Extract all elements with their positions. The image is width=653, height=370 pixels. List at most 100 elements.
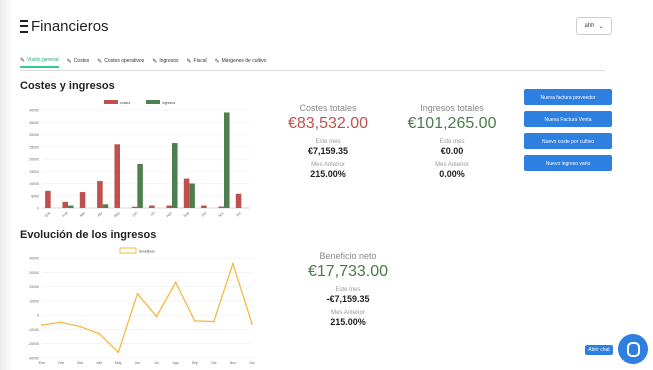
y-tick-label: 15000 — [29, 170, 39, 174]
costs-month-value: €7,159.35 — [307, 146, 349, 156]
bar-costes — [201, 205, 207, 208]
y-tick-label: 30000 — [29, 271, 39, 275]
x-tick-label: Feb — [62, 211, 69, 218]
income-prev-label: Mes Anterior — [435, 162, 469, 168]
new-crop-cost-button[interactable]: Nuevo coste por cultivo — [524, 133, 612, 149]
total-income-block: Ingresos totales €101,265.00 Este mes €0… — [392, 103, 512, 179]
new-supplier-invoice-button[interactable]: Nueva factura proveedor — [524, 89, 612, 105]
x-tick-label: Ene — [44, 211, 51, 218]
section-title-costs-income: Costes y ingresos — [20, 80, 115, 92]
income-evolution-line-chart: -30000 -20000 -10000 0 10000 20000 30000 40000 b… — [28, 247, 255, 365]
x-tick-label: Mar — [79, 210, 87, 218]
total-income-label: Ingresos totales — [420, 103, 484, 113]
line-point — [174, 281, 177, 284]
bar-ingresos — [102, 204, 109, 208]
income-month-value: €0.00 — [440, 146, 464, 156]
profit-month-value: -€7,159.35 — [326, 294, 370, 304]
tab-label: Costes operativos — [104, 58, 145, 64]
new-misc-income-button[interactable]: Nuevo ingreso vario — [524, 155, 612, 171]
x-tick-label: Sep — [183, 211, 190, 218]
tab-4[interactable]: ✎ Fiscal — [187, 54, 207, 68]
y-tick-label: 40000 — [29, 257, 39, 261]
bar-ingresos — [189, 183, 195, 208]
y-tick-label: 20000 — [29, 285, 39, 289]
y-tick-label: 40000 — [29, 109, 39, 113]
line-point — [41, 324, 43, 327]
tab-label: Visión general — [27, 57, 59, 63]
bar-costes — [183, 178, 190, 208]
section-title-income-evolution: Evolución de los ingresos — [20, 229, 157, 241]
pencil-icon: ✎ — [152, 58, 158, 65]
user-select[interactable]: ahh ⌄ — [576, 17, 612, 35]
pencil-icon: ✎ — [97, 58, 103, 65]
tab-label: Ingresos — [159, 58, 179, 64]
x-tick-label: Dic — [249, 361, 254, 365]
line-point — [155, 315, 158, 318]
app-title-text: Financieros — [31, 18, 109, 35]
x-tick-label: Oct — [201, 211, 208, 218]
tab-3[interactable]: ✎ Ingresos — [152, 54, 178, 68]
action-buttons: Nueva factura proveedor Nueva Factura Ve… — [524, 89, 614, 177]
legend-swatch — [104, 100, 118, 104]
chat-icon — [626, 341, 640, 357]
y-tick-label: 0 — [37, 314, 39, 318]
x-tick-label: Mar — [77, 361, 84, 365]
total-costs-block: Costes totales €83,532.00 Este mes €7,15… — [268, 103, 388, 179]
costs-prev-value: 215.00% — [310, 169, 346, 179]
menu-icon[interactable] — [20, 20, 28, 33]
total-costs-label: Costes totales — [299, 103, 357, 113]
x-tick-label: Ago — [165, 211, 172, 218]
net-profit-block: Beneficio neto €17,733.00 Este mes -€7,1… — [288, 251, 408, 327]
x-tick-label: May — [113, 211, 121, 219]
bar-costes — [62, 201, 68, 208]
line-point — [98, 332, 101, 335]
bar-ingresos — [224, 112, 230, 208]
line-point — [193, 319, 196, 322]
legend-label: costes — [120, 101, 130, 105]
line-series-beneficios — [41, 261, 253, 354]
y-tick-label: -30000 — [28, 357, 39, 361]
left-edge — [0, 0, 12, 370]
y-tick-label: 0 — [37, 207, 39, 211]
app-title: Financieros — [20, 18, 109, 35]
user-select-value: ahh — [584, 23, 595, 29]
legend-swatch — [146, 100, 160, 104]
net-profit-label: Beneficio neto — [319, 251, 377, 261]
bar-costes — [166, 205, 172, 208]
chat-chip[interactable]: Abrir chat — [585, 345, 613, 355]
x-tick-label: Abr — [97, 210, 104, 217]
x-tick-label: Jul — [154, 361, 159, 365]
pencil-icon: ✎ — [214, 58, 220, 65]
chevron-down-icon: ⌄ — [598, 23, 604, 30]
tab-bar: ✎ Visión general ✎ Costes ✎ Costes operativos… — [20, 54, 620, 68]
pencil-icon: ✎ — [186, 58, 192, 65]
costs-income-bar-chart: 0 5000 10000 15000 20000 25000 30000 35000 40000… — [29, 100, 250, 219]
x-tick-label: Nov — [230, 361, 236, 365]
bar-ingresos — [68, 205, 74, 208]
bar-costes — [131, 206, 138, 208]
bar-costes — [218, 206, 224, 208]
y-tick-label: 5000 — [31, 194, 39, 198]
x-tick-label: Jun — [131, 211, 138, 218]
y-tick-label: 30000 — [29, 133, 39, 137]
income-month-label: Este mes — [439, 139, 465, 145]
new-sales-invoice-button[interactable]: Nueva Factura Venta — [524, 111, 612, 127]
bar-ingresos — [137, 163, 143, 208]
tab-1[interactable]: ✎ Costes — [67, 54, 90, 68]
x-tick-label: Ene — [39, 361, 45, 365]
x-tick-label: May — [115, 361, 122, 365]
tab-2[interactable]: ✎ Costes operativos — [97, 54, 144, 68]
line-point — [60, 321, 62, 324]
y-tick-label: -10000 — [28, 328, 39, 332]
line-point — [79, 325, 82, 328]
tab-label: Fiscal — [193, 58, 207, 64]
x-tick-label: Nov — [217, 211, 224, 218]
page: Financieros ahh ⌄ ✎ Visión general ✎ Costes… — [0, 0, 653, 370]
y-tick-label: 10000 — [29, 182, 39, 186]
tab-0[interactable]: ✎ Visión general — [20, 54, 59, 68]
bar-costes — [235, 193, 242, 208]
tab-label: Márgenes de cultivo — [221, 58, 267, 64]
legend-label: ingresos — [162, 101, 175, 105]
tab-5[interactable]: ✎ Márgenes de cultivo — [215, 54, 267, 68]
chat-bubble-button[interactable] — [618, 334, 648, 364]
